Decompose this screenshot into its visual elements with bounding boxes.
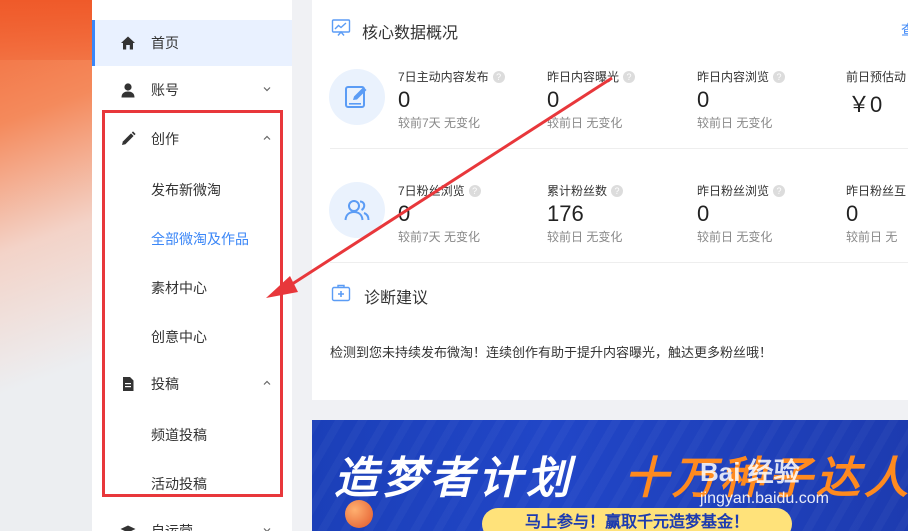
- advice-message: 检测到您未持续发布微淘！连续创作有助于提升内容曝光，触达更多粉丝哦！: [330, 345, 773, 360]
- content-stats-badge: [329, 69, 385, 125]
- core-data-more-link[interactable]: 查: [901, 20, 908, 40]
- sidebar-sub-channel-contribute[interactable]: 频道投稿: [151, 425, 207, 445]
- sidebar-item-home[interactable]: 首页: [92, 20, 292, 66]
- page-backdrop: [0, 0, 92, 531]
- chevron-down-icon[interactable]: [262, 84, 272, 94]
- help-icon[interactable]: ?: [773, 185, 786, 197]
- sidebar: 首页 账号 创作 发布新微淘 全部微淘及作品 素材中心 创意中心 投稿 频道投稿…: [92, 0, 292, 531]
- sidebar-item-account[interactable]: 账号: [92, 67, 292, 113]
- sidebar-item-create[interactable]: 创作: [92, 116, 292, 162]
- sidebar-item-label: 创作: [151, 131, 179, 147]
- divider: [330, 262, 908, 263]
- stat-value: 0: [697, 201, 710, 226]
- divider: [330, 148, 908, 149]
- stat-label: 昨日粉丝互: [846, 184, 907, 198]
- help-icon[interactable]: ?: [492, 71, 505, 83]
- stat-label: 昨日内容浏览?: [697, 68, 786, 85]
- stat-value: 0: [846, 201, 859, 226]
- watermark-logo: Bai 经验: [700, 457, 800, 487]
- stat-label: 昨日内容曝光?: [547, 68, 636, 85]
- stat-value: 0: [398, 201, 411, 226]
- banner-title: 造梦者计划: [334, 454, 574, 503]
- stat-value: 176: [547, 201, 584, 226]
- watermark-url: jingyan.baidu.com: [700, 490, 829, 507]
- graduation-cap-icon: [120, 525, 136, 531]
- sidebar-item-contribute[interactable]: 投稿: [92, 361, 292, 407]
- stat-compare: 较前7天 无变化: [398, 230, 481, 244]
- sidebar-item-label: 首页: [151, 35, 179, 51]
- stat-value: 0: [697, 87, 710, 112]
- planet-icon: [345, 500, 373, 528]
- stat-compare: 较前日 无变化: [547, 116, 623, 130]
- sidebar-sub-publish[interactable]: 发布新微淘: [151, 180, 221, 200]
- advice-title: 诊断建议: [364, 290, 429, 307]
- core-data-card: [312, 0, 908, 400]
- sidebar-item-label: 账号: [151, 82, 179, 98]
- sidebar-sub-creative-center[interactable]: 创意中心: [151, 327, 207, 347]
- sidebar-item-label: 自运营: [151, 523, 193, 531]
- stat-compare: 较前日 无: [846, 230, 898, 244]
- stat-compare: 较前日 无变化: [697, 230, 773, 244]
- banner-join-button[interactable]: 马上参与！赢取千元造梦基金！: [482, 508, 792, 531]
- stat-compare: 较前日 无变化: [547, 230, 623, 244]
- home-icon: [121, 36, 135, 50]
- stat-label: 7日主动内容发布?: [398, 68, 505, 85]
- pencil-icon: [122, 131, 136, 145]
- sidebar-sub-all-works[interactable]: 全部微淘及作品: [151, 229, 249, 249]
- help-icon[interactable]: ?: [611, 185, 624, 197]
- sidebar-sub-material-center[interactable]: 素材中心: [151, 278, 207, 298]
- promo-banner[interactable]: 造梦者计划 十万种子达人招 马上参与！赢取千元造梦基金！: [312, 420, 908, 531]
- stat-value: 0: [547, 87, 560, 112]
- stat-label: 7日粉丝浏览?: [398, 182, 481, 199]
- sidebar-sub-activity-contribute[interactable]: 活动投稿: [151, 474, 207, 494]
- stat-label: 累计粉丝数?: [547, 182, 624, 199]
- stat-compare: 较前日 无变化: [697, 116, 773, 130]
- user-icon: [121, 83, 135, 98]
- sidebar-item-self-operate[interactable]: 自运营: [92, 508, 292, 531]
- stat-value: ￥0: [848, 92, 883, 117]
- sidebar-item-label: 投稿: [151, 376, 179, 392]
- chart-board-icon: [331, 19, 351, 36]
- chevron-down-icon[interactable]: [262, 525, 272, 531]
- help-icon[interactable]: ?: [468, 185, 481, 197]
- stat-label: 昨日粉丝浏览?: [697, 182, 786, 199]
- chevron-up-icon[interactable]: [262, 378, 272, 388]
- stat-label: 前日预估动: [846, 70, 907, 84]
- layout-gap: [292, 0, 312, 531]
- help-icon[interactable]: ?: [623, 71, 636, 83]
- stat-compare: 较前7天 无变化: [398, 116, 481, 130]
- document-icon: [123, 377, 134, 391]
- core-data-title: 核心数据概况: [362, 25, 459, 42]
- help-icon[interactable]: ?: [773, 71, 786, 83]
- stat-value: 0: [398, 87, 411, 112]
- chevron-up-icon[interactable]: [262, 133, 272, 143]
- fans-stats-badge: [329, 182, 385, 238]
- medical-kit-icon: [331, 284, 351, 302]
- edit-document-icon: [345, 86, 367, 108]
- users-icon: [344, 200, 370, 221]
